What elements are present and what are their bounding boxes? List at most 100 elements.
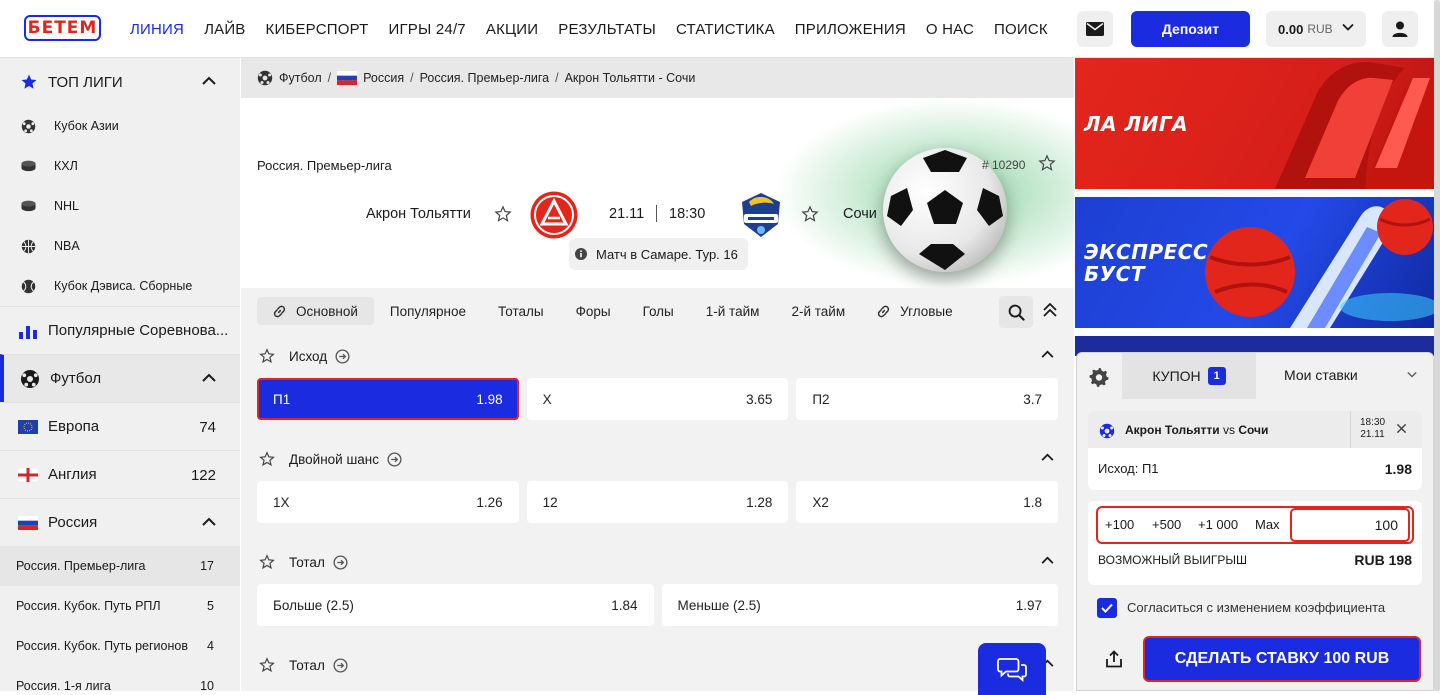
tab-label: 2-й тайм	[791, 303, 846, 319]
favorite-star-icon[interactable]	[259, 657, 275, 673]
breadcrumb-football[interactable]: Футбол	[279, 71, 322, 85]
nav-results[interactable]: РЕЗУЛЬТАТЫ	[558, 21, 656, 38]
nav-live[interactable]: ЛАЙВ	[204, 21, 245, 38]
tab-first-half[interactable]: 1-й тайм	[690, 297, 776, 325]
match-date: 21.11	[609, 206, 645, 222]
odd-label: Х2	[812, 494, 829, 510]
accept-odds-checkbox[interactable]	[1097, 598, 1117, 618]
sidebar-league-rpl[interactable]: Россия. Премьер-лига 17	[0, 546, 240, 586]
sidebar-item-football[interactable]: Футбол	[0, 354, 240, 402]
arrow-circle-icon[interactable]	[335, 348, 350, 364]
nav-games[interactable]: ИГРЫ 24/7	[389, 21, 466, 38]
sidebar-item-england[interactable]: Англия 122	[0, 450, 240, 498]
quick-stake-100[interactable]: +100	[1105, 508, 1134, 540]
coupon-vs: vs	[1223, 423, 1235, 437]
arrow-circle-icon[interactable]	[387, 451, 402, 467]
market-header[interactable]: Тотал	[241, 540, 1074, 584]
site-logo[interactable]: БЕТЕМ	[24, 15, 101, 41]
promo-banner-laliga[interactable]: ЛА ЛИГА	[1075, 58, 1434, 189]
sidebar-item-europe[interactable]: Европа 74	[0, 402, 240, 450]
team1-name: Акрон Тольятти	[366, 206, 471, 222]
sidebar-item-popular[interactable]: Популярные Соревнова...	[0, 306, 240, 354]
sidebar-item-asian-cup[interactable]: Кубок Азии	[0, 106, 240, 146]
nav-esports[interactable]: КИБЕРСПОРТ	[266, 21, 369, 38]
arrow-circle-icon[interactable]	[333, 554, 348, 570]
favorite-star-icon[interactable]	[1038, 154, 1056, 172]
nav-about[interactable]: О НАС	[926, 21, 974, 38]
favorite-star-icon[interactable]	[494, 205, 512, 223]
profile-button[interactable]	[1382, 11, 1418, 47]
chevron-up-icon[interactable]	[1041, 350, 1054, 358]
page-scrollbar[interactable]	[1434, 0, 1440, 691]
market-header[interactable]: Двойной шанс	[241, 437, 1074, 481]
odd-button-x2[interactable]: Х2 1.8	[796, 481, 1059, 523]
chevron-up-icon[interactable]	[1041, 556, 1054, 564]
market-search-button[interactable]	[999, 296, 1033, 328]
scrollbar-thumb[interactable]	[1434, 0, 1440, 691]
nav-statistics[interactable]: СТАТИСТИКА	[676, 21, 775, 38]
share-icon[interactable]	[1105, 650, 1123, 668]
balance-dropdown[interactable]: 0.00 RUB	[1266, 11, 1366, 47]
odd-button-under[interactable]: Меньше (2.5) 1.97	[661, 584, 1058, 626]
quick-stake-500[interactable]: +500	[1152, 508, 1181, 540]
nav-apps[interactable]: ПРИЛОЖЕНИЯ	[795, 21, 906, 38]
breadcrumb-country[interactable]: Россия	[363, 71, 404, 85]
nav-search[interactable]: ПОИСК	[994, 21, 1048, 38]
close-icon[interactable]	[1396, 423, 1407, 434]
favorite-star-icon[interactable]	[259, 554, 275, 570]
sidebar-item-davis-cup[interactable]: Кубок Дэвиса. Сборные	[0, 266, 240, 306]
favorite-star-icon[interactable]	[259, 451, 275, 467]
tab-coupon[interactable]: КУПОН 1	[1122, 353, 1256, 399]
chevron-up-icon	[202, 517, 216, 526]
nav-promos[interactable]: АКЦИИ	[486, 21, 538, 38]
chevron-up-icon[interactable]	[1041, 453, 1054, 461]
sidebar-league-cup-regions[interactable]: Россия. Кубок. Путь регионов 4	[0, 626, 240, 666]
sidebar-item-russia[interactable]: Россия	[0, 498, 240, 546]
odd-label: Больше (2.5)	[273, 597, 354, 613]
support-chat-button[interactable]	[978, 643, 1046, 695]
odd-button-1x[interactable]: 1Х 1.26	[257, 481, 519, 523]
sidebar-league-first[interactable]: Россия. 1-я лига 10	[0, 666, 240, 691]
tab-handicaps[interactable]: Форы	[560, 297, 627, 325]
promo-banner-express[interactable]: ЭКСПРЕСС БУСТ	[1075, 197, 1434, 328]
checkmark-icon	[1101, 603, 1113, 613]
tab-label: Основной	[296, 303, 358, 319]
odd-button-12[interactable]: 12 1.28	[526, 481, 789, 523]
mail-button[interactable]	[1077, 11, 1113, 47]
deposit-button[interactable]: Депозит	[1131, 11, 1250, 47]
sidebar-item-nhl[interactable]: NHL	[0, 186, 240, 226]
tab-goals[interactable]: Голы	[627, 297, 690, 325]
chevron-down-icon[interactable]	[1407, 371, 1417, 378]
collapse-all-icon[interactable]	[1043, 302, 1057, 318]
odd-button-over[interactable]: Больше (2.5) 1.84	[257, 584, 654, 626]
place-bet-button[interactable]: СДЕЛАТЬ СТАВКУ 100 RUB	[1143, 636, 1421, 682]
quick-stake-max[interactable]: Max	[1255, 508, 1280, 540]
tab-totals[interactable]: Тоталы	[482, 297, 560, 325]
link-icon	[273, 305, 286, 317]
tab-second-half[interactable]: 2-й тайм	[775, 297, 861, 325]
top-leagues-header[interactable]: ТОП ЛИГИ	[0, 58, 240, 106]
sidebar-league-cup-rpl[interactable]: Россия. Кубок. Путь РПЛ 5	[0, 586, 240, 626]
favorite-star-icon[interactable]	[801, 205, 819, 223]
arrow-circle-icon[interactable]	[333, 657, 348, 673]
sidebar-item-nba[interactable]: NBA	[0, 226, 240, 266]
sidebar-item-khl[interactable]: КХЛ	[0, 146, 240, 186]
stake-input[interactable]: 100	[1290, 508, 1410, 542]
tab-popular[interactable]: Популярное	[374, 297, 482, 325]
odd-button-p1[interactable]: П1 1.98	[257, 378, 519, 420]
market-header[interactable]: Исход	[241, 334, 1074, 378]
search-icon	[1008, 304, 1025, 321]
nav-line[interactable]: ЛИНИЯ	[130, 21, 184, 38]
gear-icon[interactable]	[1089, 367, 1109, 387]
tab-corners[interactable]: Угловые	[861, 297, 969, 325]
balance-amount: 0.00	[1278, 21, 1304, 37]
odd-button-p2[interactable]: П2 3.7	[796, 378, 1059, 420]
market-header[interactable]: Тотал	[241, 643, 1074, 687]
breadcrumb-league[interactable]: Россия. Премьер-лига	[420, 71, 550, 85]
eu-flag-icon	[18, 419, 38, 434]
quick-stake-1000[interactable]: +1 000	[1198, 508, 1238, 540]
odd-button-x[interactable]: Х 3.65	[526, 378, 789, 420]
favorite-star-icon[interactable]	[259, 348, 275, 364]
tab-main[interactable]: Основной	[257, 297, 374, 325]
tab-my-bets[interactable]: Мои ставки	[1284, 367, 1358, 383]
